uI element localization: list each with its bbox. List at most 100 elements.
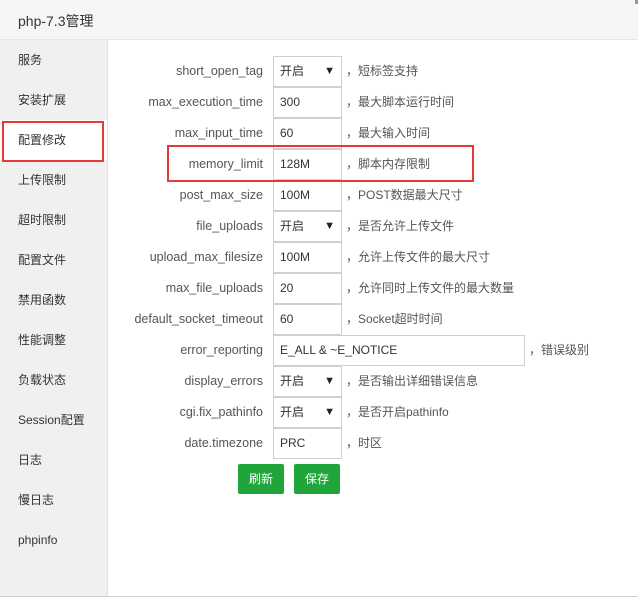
sidebar-item-label: 配置修改 <box>18 133 67 147</box>
sidebar-item-log[interactable]: 日志 <box>0 440 107 480</box>
sidebar-item-label: phpinfo <box>18 533 58 547</box>
setting-label: short_open_tag <box>176 64 263 78</box>
setting-label: date.timezone <box>184 436 263 450</box>
max-file-uploads-input[interactable]: 20 <box>273 273 342 304</box>
setting-label: max_input_time <box>174 126 263 140</box>
max-input-time-input[interactable]: 60 <box>273 118 342 149</box>
setting-label: max_file_uploads <box>165 281 263 295</box>
sidebar-item-label: 负载状态 <box>18 373 67 387</box>
error-reporting-input[interactable]: E_ALL & ~E_NOTICE <box>273 335 525 366</box>
sidebar-item-label: 上传限制 <box>18 173 67 187</box>
setting-row-short-open-tag: short_open_tag 开启 ▼ ，短标签支持 <box>108 56 638 87</box>
setting-description: ，最大脚本运行时间 <box>346 95 455 109</box>
setting-description: ，是否开启pathinfo <box>346 405 449 419</box>
max-execution-time-input[interactable]: 300 <box>273 87 342 118</box>
input-value: 100M <box>280 250 311 264</box>
sidebar-item-session-config[interactable]: Session配置 <box>0 400 107 440</box>
setting-description: ，是否允许上传文件 <box>346 219 455 233</box>
input-value: 60 <box>280 312 294 326</box>
setting-description: ，短标签支持 <box>346 64 419 78</box>
setting-description: ，允许上传文件的最大尺寸 <box>346 250 491 264</box>
setting-description: ，时区 <box>346 436 383 450</box>
input-value: PRC <box>280 436 306 450</box>
chevron-down-icon: ▼ <box>324 375 335 387</box>
config-form: short_open_tag 开启 ▼ ，短标签支持 max_execution_… <box>108 40 638 597</box>
select-value: 开启 <box>280 374 305 388</box>
setting-row-max-execution-time: max_execution_time 300 ，最大脚本运行时间 <box>108 87 638 118</box>
setting-label: cgi.fix_pathinfo <box>179 405 263 419</box>
sidebar-item-label: 安装扩展 <box>18 93 67 107</box>
sidebar-item-timeout-limit[interactable]: 超时限制 <box>0 200 107 240</box>
setting-row-error-reporting: error_reporting E_ALL & ~E_NOTICE ，错误级别 <box>108 335 638 366</box>
setting-row-max-file-uploads: max_file_uploads 20 ，允许同时上传文件的最大数量 <box>108 273 638 304</box>
input-value: 300 <box>280 95 301 109</box>
setting-description: ，是否输出详细错误信息 <box>346 374 479 388</box>
setting-row-max-input-time: max_input_time 60 ，最大输入时间 <box>108 118 638 149</box>
short-open-tag-select[interactable]: 开启 ▼ <box>273 56 342 87</box>
post-max-size-input[interactable]: 100M <box>273 180 342 211</box>
setting-description: ，脚本内存限制 <box>346 157 431 171</box>
setting-label: max_execution_time <box>148 95 263 109</box>
sidebar-item-install-extensions[interactable]: 安装扩展 <box>0 80 107 120</box>
sidebar-item-label: 禁用函数 <box>18 293 67 307</box>
input-value: 100M <box>280 188 311 202</box>
setting-row-upload-max-filesize: upload_max_filesize 100M ，允许上传文件的最大尺寸 <box>108 242 638 273</box>
sidebar-item-upload-limit[interactable]: 上传限制 <box>0 160 107 200</box>
sidebar-item-label: 慢日志 <box>18 493 55 507</box>
sidebar-item-slow-log[interactable]: 慢日志 <box>0 480 107 520</box>
sidebar-item-label: Session配置 <box>18 413 85 427</box>
save-button[interactable]: 保存 <box>294 464 340 494</box>
setting-description: ，POST数据最大尺寸 <box>346 188 463 202</box>
setting-description: ，Socket超时时间 <box>346 312 443 326</box>
memory-limit-input[interactable]: 128M <box>273 149 342 180</box>
upload-max-filesize-input[interactable]: 100M <box>273 242 342 273</box>
setting-label: display_errors <box>184 374 263 388</box>
setting-row-display-errors: display_errors 开启 ▼ ，是否输出详细错误信息 <box>108 366 638 397</box>
sidebar-item-config-modify[interactable]: 配置修改 <box>0 120 107 160</box>
input-value: 60 <box>280 126 294 140</box>
select-value: 开启 <box>280 405 305 419</box>
setting-row-cgi-fix-pathinfo: cgi.fix_pathinfo 开启 ▼ ，是否开启pathinfo <box>108 397 638 428</box>
window-titlebar: php-7.3管理 <box>0 0 638 40</box>
sidebar-item-label: 配置文件 <box>18 253 67 267</box>
sidebar-item-load-status[interactable]: 负载状态 <box>0 360 107 400</box>
sidebar-item-config-file[interactable]: 配置文件 <box>0 240 107 280</box>
select-value: 开启 <box>280 219 305 233</box>
setting-description: ，允许同时上传文件的最大数量 <box>346 281 515 295</box>
setting-label: post_max_size <box>179 188 263 202</box>
setting-label: default_socket_timeout <box>134 312 263 326</box>
sidebar-item-label: 超时限制 <box>18 213 67 227</box>
sidebar-item-service[interactable]: 服务 <box>0 40 107 80</box>
sidebar-item-performance[interactable]: 性能调整 <box>0 320 107 360</box>
window-title: php-7.3管理 <box>18 13 94 29</box>
chevron-down-icon: ▼ <box>324 220 335 232</box>
chevron-down-icon: ▼ <box>324 65 335 77</box>
sidebar-item-phpinfo[interactable]: phpinfo <box>0 520 107 560</box>
sidebar-item-disabled-functions[interactable]: 禁用函数 <box>0 280 107 320</box>
sidebar-item-label: 服务 <box>18 53 43 67</box>
date-timezone-input[interactable]: PRC <box>273 428 342 459</box>
setting-label: file_uploads <box>196 219 263 233</box>
setting-label: memory_limit <box>188 157 263 171</box>
setting-row-file-uploads: file_uploads 开启 ▼ ，是否允许上传文件 <box>108 211 638 242</box>
setting-label: upload_max_filesize <box>149 250 263 264</box>
default-socket-timeout-input[interactable]: 60 <box>273 304 342 335</box>
input-value: 20 <box>280 281 294 295</box>
input-value: 128M <box>280 157 311 171</box>
input-value: E_ALL & ~E_NOTICE <box>280 343 398 357</box>
sidebar: 服务 安装扩展 配置修改 上传限制 超时限制 配置文件 禁用函数 性能调整 负载… <box>0 40 108 597</box>
setting-description: ，错误级别 <box>529 343 590 357</box>
setting-row-date-timezone: date.timezone PRC ，时区 <box>108 428 638 459</box>
setting-label: error_reporting <box>180 343 263 357</box>
file-uploads-select[interactable]: 开启 ▼ <box>273 211 342 242</box>
cgi-fix-pathinfo-select[interactable]: 开启 ▼ <box>273 397 342 428</box>
sidebar-item-label: 性能调整 <box>18 333 67 347</box>
refresh-button[interactable]: 刷新 <box>238 464 284 494</box>
setting-row-default-socket-timeout: default_socket_timeout 60 ，Socket超时时间 <box>108 304 638 335</box>
setting-description: ，最大输入时间 <box>346 126 431 140</box>
select-value: 开启 <box>280 64 305 78</box>
setting-row-post-max-size: post_max_size 100M ，POST数据最大尺寸 <box>108 180 638 211</box>
display-errors-select[interactable]: 开启 ▼ <box>273 366 342 397</box>
setting-row-memory-limit: memory_limit 128M ，脚本内存限制 <box>108 149 638 180</box>
chevron-down-icon: ▼ <box>324 406 335 418</box>
